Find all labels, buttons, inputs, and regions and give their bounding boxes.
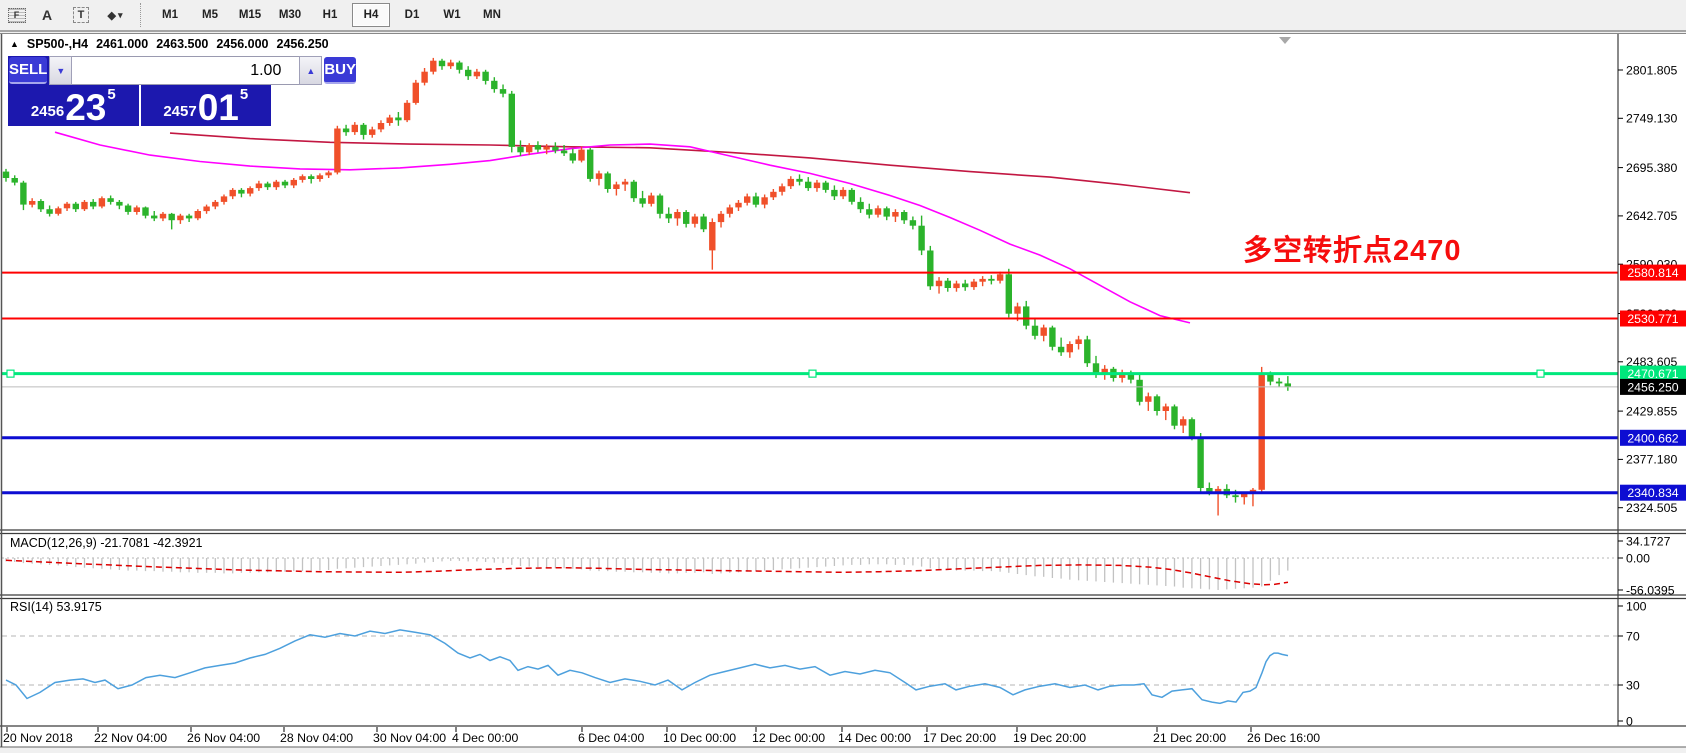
timeframe-W1[interactable]: W1 [434,4,470,26]
svg-text:2642.705: 2642.705 [1626,209,1677,223]
svg-text:100: 100 [1626,599,1647,613]
sell-price-stem: 2456 [31,104,64,119]
timeframe-H1[interactable]: H1 [312,4,348,26]
svg-text:26 Dec 16:00: 26 Dec 16:00 [1247,731,1320,745]
symbol-info-bar: ▲ SP500-,H4 2461.000 2463.500 2456.000 2… [10,37,329,51]
new-order-grid-icon[interactable]: F [8,8,26,23]
cycle-arrows-icon[interactable]: ◆▾ [102,3,128,27]
axis-label-2400.662: 2400.662 [1620,430,1686,446]
svg-text:26 Nov 04:00: 26 Nov 04:00 [187,731,260,745]
buy-price-stem: 2457 [163,104,196,119]
one-click-trade-panel: SELL ▼ ▲ BUY 2456 23 5 2457 01 5 [7,55,272,127]
buy-price-big: 01 [198,92,239,123]
macd-title: MACD(12,26,9) [10,536,97,550]
sell-price-display[interactable]: 2456 23 5 [8,85,139,126]
window-bottom-edge [0,748,1686,753]
svg-text:2400.662: 2400.662 [1627,431,1678,445]
text-label-icon[interactable]: A [34,3,60,27]
svg-text:70: 70 [1626,629,1640,643]
svg-text:2749.130: 2749.130 [1626,112,1677,126]
ohlc-close: 2456.250 [277,37,329,51]
svg-text:2801.805: 2801.805 [1626,63,1677,77]
svg-text:19 Dec 20:00: 19 Dec 20:00 [1013,731,1086,745]
macd-indicator-label: MACD(12,26,9) -21.7081 -42.3921 [10,536,202,550]
volume-input[interactable] [72,56,299,85]
volume-up-button[interactable]: ▲ [299,56,322,85]
ohlc-open: 2461.000 [96,37,148,51]
annotation-text[interactable]: 多空转折点2470 [1243,227,1462,269]
timeframe-buttons: M1M5M15M30H1H4D1W1MN [150,3,512,27]
svg-text:22 Nov 04:00: 22 Nov 04:00 [94,731,167,745]
timeframe-M30[interactable]: M30 [272,4,308,26]
svg-text:17 Dec 20:00: 17 Dec 20:00 [923,731,996,745]
svg-text:2695.380: 2695.380 [1626,161,1677,175]
symbol-title: SP500-,H4 [27,37,88,51]
chart-background [0,33,1686,747]
top-toolbar: F A T ◆▾ M1M5M15M30H1H4D1W1MN [0,0,1686,32]
timeframe-H4[interactable]: H4 [352,3,390,27]
ohlc-high: 2463.500 [156,37,208,51]
svg-text:30 Nov 04:00: 30 Nov 04:00 [373,731,446,745]
hline-handle[interactable] [1537,370,1544,377]
rsi-indicator-label: RSI(14) 53.9175 [10,600,102,614]
timeframe-M5[interactable]: M5 [192,4,228,26]
sell-button[interactable]: SELL [9,57,47,84]
volume-stepper: ▼ ▲ [49,56,322,85]
buy-price-sup: 5 [240,87,248,102]
text-box-icon[interactable]: T [73,7,89,23]
axis-label-2530.771: 2530.771 [1620,311,1686,327]
diamond-glyph: ◆ [108,9,116,22]
current-price-axis-label: 2456.250 [1620,379,1686,395]
timeframe-M15[interactable]: M15 [232,4,268,26]
timeframe-D1[interactable]: D1 [394,4,430,26]
svg-text:2530.771: 2530.771 [1627,312,1678,326]
sell-price-sup: 5 [107,87,115,102]
timeframe-MN[interactable]: MN [474,4,510,26]
svg-text:10 Dec 00:00: 10 Dec 00:00 [663,731,736,745]
axis-label-2580.814: 2580.814 [1620,265,1686,281]
svg-text:2429.855: 2429.855 [1626,404,1677,418]
svg-text:2580.814: 2580.814 [1627,266,1678,280]
rsi-value: 53.9175 [53,600,102,614]
svg-text:4 Dec 00:00: 4 Dec 00:00 [452,731,518,745]
toolbar-separator [140,3,142,27]
sell-price-big: 23 [65,92,106,123]
svg-text:-56.0395: -56.0395 [1626,583,1675,597]
svg-text:0: 0 [1626,714,1633,728]
macd-values: -21.7081 -42.3921 [97,536,203,550]
svg-text:6 Dec 04:00: 6 Dec 04:00 [578,731,644,745]
svg-text:0.00: 0.00 [1626,551,1650,565]
timeframe-M1[interactable]: M1 [152,4,188,26]
svg-text:28 Nov 04:00: 28 Nov 04:00 [280,731,353,745]
svg-text:2377.180: 2377.180 [1626,453,1677,467]
dropdown-caret-icon[interactable]: ▾ [118,10,123,21]
hline-handle[interactable] [809,370,816,377]
hline-handle[interactable] [7,370,14,377]
svg-text:2456.250: 2456.250 [1627,380,1678,394]
svg-text:2340.834: 2340.834 [1627,486,1678,500]
svg-text:2324.505: 2324.505 [1626,501,1677,515]
svg-text:34.1727: 34.1727 [1626,534,1671,548]
buy-price-display[interactable]: 2457 01 5 [141,85,272,126]
svg-text:30: 30 [1626,678,1640,692]
svg-text:12 Dec 00:00: 12 Dec 00:00 [752,731,825,745]
symbol-collapse-icon[interactable]: ▲ [10,39,19,49]
svg-text:14 Dec 00:00: 14 Dec 00:00 [838,731,911,745]
axis-label-2340.834: 2340.834 [1620,485,1686,501]
ohlc-low: 2456.000 [216,37,268,51]
svg-text:21 Dec 20:00: 21 Dec 20:00 [1153,731,1226,745]
volume-down-button[interactable]: ▼ [49,56,72,85]
buy-button[interactable]: BUY [324,57,356,84]
rsi-title: RSI(14) [10,600,53,614]
svg-text:20 Nov 2018: 20 Nov 2018 [3,731,73,745]
